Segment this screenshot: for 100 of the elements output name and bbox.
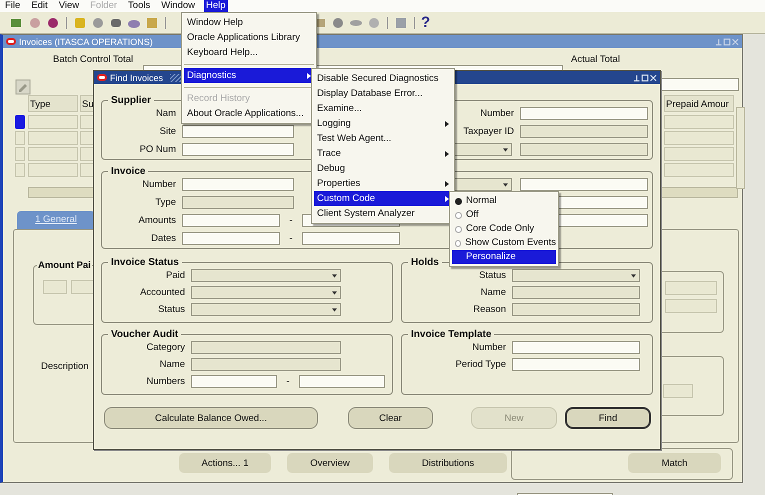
menu-item[interactable]: Custom Code — [314, 191, 452, 206]
menu-item[interactable]: Properties — [314, 176, 452, 191]
input-field[interactable] — [520, 106, 648, 120]
input-field[interactable] — [182, 142, 294, 156]
menu-item[interactable]: Trace — [314, 146, 452, 161]
edit-icon[interactable] — [15, 79, 31, 95]
menu-item[interactable]: Debug — [314, 161, 452, 176]
field-label: Dates — [150, 232, 176, 244]
group-title: Voucher Audit — [110, 329, 180, 340]
menu-item[interactable]: Oracle Applications Library — [184, 30, 314, 45]
menu-item[interactable]: Diagnostics — [184, 68, 314, 83]
field-label: Number — [471, 342, 506, 352]
row-marker[interactable] — [15, 115, 25, 129]
vertical-scrollbar[interactable] — [736, 107, 745, 189]
field-label: Number — [479, 108, 514, 118]
caret-icon — [631, 274, 636, 278]
input-field[interactable] — [663, 384, 693, 398]
field-label: Paid — [164, 270, 185, 280]
table-cell[interactable] — [664, 115, 734, 129]
input-field[interactable] — [665, 281, 717, 295]
table-cell[interactable] — [28, 131, 78, 145]
oracle-icon — [6, 38, 16, 45]
table-cell[interactable] — [80, 147, 94, 161]
caret-icon — [332, 290, 337, 294]
menu-bar-item[interactable]: Help — [204, 0, 228, 12]
input-field[interactable] — [182, 124, 294, 138]
input-field[interactable] — [43, 280, 67, 294]
toolbar-icon[interactable] — [331, 16, 345, 30]
description-label: Description — [41, 361, 89, 372]
batch-control-total-label: Batch Control Total — [53, 54, 134, 65]
table-cell[interactable] — [80, 131, 94, 145]
input-field[interactable] — [191, 374, 277, 388]
group-title: Holds — [410, 257, 440, 268]
menu-item[interactable]: Display Database Error... — [314, 86, 452, 101]
menu-item[interactable]: Logging — [314, 116, 452, 131]
menu-item[interactable]: Examine... — [314, 101, 452, 116]
menu-bar-item[interactable]: Window — [159, 0, 198, 12]
caret-icon — [332, 308, 337, 312]
field-label: Period Type — [454, 358, 506, 370]
oracle-icon — [97, 74, 107, 81]
table-cell[interactable] — [664, 131, 734, 145]
row-header-cell[interactable] — [15, 131, 25, 145]
menu-item[interactable]: Personalize — [452, 250, 556, 264]
field-label: Site — [158, 126, 176, 136]
radio-menu-item[interactable]: Off — [452, 208, 556, 222]
table-cell[interactable] — [80, 163, 94, 177]
window-button[interactable]: Overview — [287, 453, 373, 473]
toolbar-icon[interactable] — [46, 16, 60, 30]
input-field[interactable] — [182, 214, 280, 226]
dialog-button[interactable]: Calculate Balance Owed... — [104, 407, 318, 429]
table-cell[interactable] — [80, 115, 94, 129]
input-field[interactable] — [299, 374, 385, 388]
input-field[interactable] — [512, 358, 640, 370]
caret-icon — [332, 274, 337, 278]
input-field[interactable] — [182, 232, 280, 244]
range-dash: - — [288, 232, 294, 244]
input-field[interactable] — [665, 299, 717, 313]
dialog-button[interactable]: Clear — [348, 407, 433, 429]
dialog-title: Find Invoices — [110, 72, 164, 82]
field-label: Type — [154, 196, 176, 208]
window-button[interactable]: Actions... 1 — [179, 453, 271, 473]
menu-bar-item[interactable]: Tools — [126, 0, 152, 12]
input-field[interactable] — [71, 280, 95, 294]
table-cell[interactable] — [664, 147, 734, 161]
menu-bar-item[interactable]: Edit — [29, 0, 50, 12]
table-cell[interactable] — [28, 115, 78, 129]
window-controls-icon[interactable] — [633, 74, 657, 82]
radio-menu-item[interactable]: Normal — [452, 194, 556, 208]
field-label: Category — [145, 342, 185, 352]
dialog-button[interactable]: Find — [565, 407, 651, 429]
help-button[interactable]: ? — [421, 15, 430, 30]
table-cell[interactable] — [664, 163, 734, 177]
input-field[interactable] — [302, 232, 400, 244]
field-label: Reason — [472, 304, 506, 314]
menu-bar-item[interactable]: View — [56, 0, 82, 12]
range-dash: - — [288, 214, 294, 226]
menu-item[interactable]: Test Web Agent... — [314, 131, 452, 146]
table-cell[interactable] — [28, 163, 78, 177]
table-cell[interactable] — [28, 147, 78, 161]
field-label: Numbers — [145, 376, 185, 386]
field-label: Taxpayer ID — [462, 126, 514, 136]
menu-item[interactable]: Disable Secured Diagnostics — [314, 71, 452, 86]
field-label: PO Num — [138, 144, 176, 154]
match-button[interactable]: Match — [628, 453, 721, 473]
input-field[interactable] — [182, 178, 294, 190]
column-header: Type — [28, 95, 78, 112]
menu-bar-item[interactable]: File — [3, 0, 22, 12]
group-title: Invoice Template — [410, 329, 492, 340]
input-field[interactable] — [520, 178, 648, 190]
column-header: Prepaid Amour — [664, 95, 734, 112]
menu-item[interactable]: Window Help — [184, 15, 314, 30]
radio-menu-item[interactable]: Core Code Only — [452, 222, 556, 236]
menu-item[interactable]: Client System Analyzer — [314, 206, 452, 221]
row-header-cell[interactable] — [15, 163, 25, 177]
input-field[interactable] — [512, 340, 640, 354]
row-header-cell[interactable] — [15, 147, 25, 161]
group-title: Supplier — [110, 95, 152, 106]
menu-item[interactable]: Keyboard Help... — [184, 45, 314, 60]
menu-item[interactable]: About Oracle Applications... — [184, 106, 314, 121]
window-button[interactable]: Distributions — [389, 453, 507, 473]
